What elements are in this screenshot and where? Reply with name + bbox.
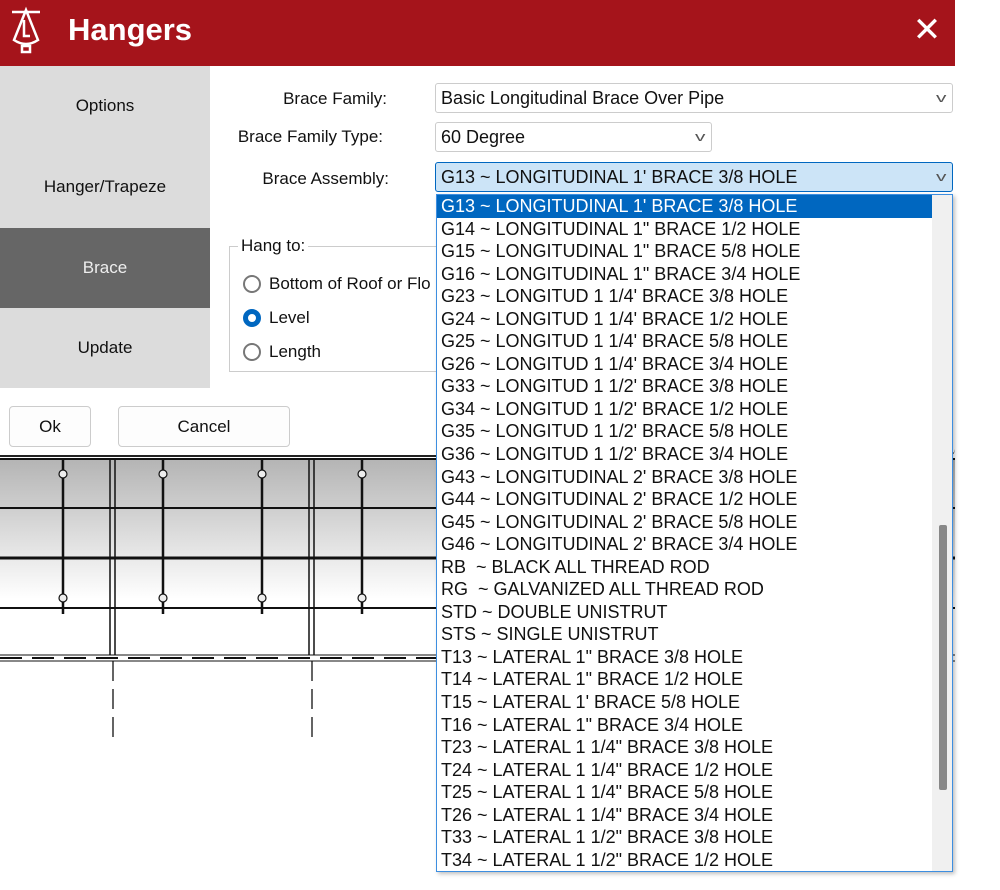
- hanger-logo-icon: [12, 6, 40, 54]
- dropdown-option[interactable]: T25 ~ LATERAL 1 1/4" BRACE 5/8 HOLE: [437, 781, 932, 804]
- radio-level[interactable]: Level: [243, 308, 310, 328]
- dropdown-option[interactable]: T15 ~ LATERAL 1' BRACE 5/8 HOLE: [437, 691, 932, 714]
- nav-hanger-trapeze[interactable]: Hanger/Trapeze: [0, 147, 210, 227]
- dropdown-option[interactable]: T16 ~ LATERAL 1" BRACE 3/4 HOLE: [437, 714, 932, 737]
- dropdown-option[interactable]: G15 ~ LONGITUDINAL 1" BRACE 5/8 HOLE: [437, 240, 932, 263]
- brace-family-label: Brace Family:: [283, 89, 387, 108]
- dropdown-option[interactable]: T23 ~ LATERAL 1 1/4" BRACE 3/8 HOLE: [437, 736, 932, 759]
- radio-label: Bottom of Roof or Flo: [269, 274, 431, 293]
- dropdown-option[interactable]: G43 ~ LONGITUDINAL 2' BRACE 3/8 HOLE: [437, 466, 932, 489]
- dropdown-option[interactable]: T34 ~ LATERAL 1 1/2" BRACE 1/2 HOLE: [437, 849, 932, 871]
- window-title: Hangers: [68, 12, 193, 47]
- radio-icon: [243, 343, 261, 361]
- dropdown-option[interactable]: G46 ~ LONGITUDINAL 2' BRACE 3/4 HOLE: [437, 533, 932, 556]
- dropdown-option[interactable]: G35 ~ LONGITUD 1 1/2' BRACE 5/8 HOLE: [437, 420, 932, 443]
- chevron-down-icon: v: [935, 90, 946, 105]
- radio-label: Length: [269, 342, 321, 361]
- dropdown-option[interactable]: G34 ~ LONGITUD 1 1/2' BRACE 1/2 HOLE: [437, 398, 932, 421]
- cancel-button[interactable]: Cancel: [118, 406, 290, 447]
- dropdown-option[interactable]: T14 ~ LATERAL 1" BRACE 1/2 HOLE: [437, 668, 932, 691]
- dropdown-option[interactable]: RG ~ GALVANIZED ALL THREAD ROD: [437, 578, 932, 601]
- radio-icon: [243, 275, 261, 293]
- nav-options[interactable]: Options: [0, 66, 210, 146]
- dropdown-option[interactable]: G26 ~ LONGITUD 1 1/4' BRACE 3/4 HOLE: [437, 353, 932, 376]
- dropdown-option[interactable]: RB ~ BLACK ALL THREAD ROD: [437, 556, 932, 579]
- brace-assembly-select[interactable]: G13 ~ LONGITUDINAL 1' BRACE 3/8 HOLE v: [435, 162, 953, 192]
- radio-label: Level: [269, 308, 310, 327]
- hang-to-title: Hang to:: [238, 236, 309, 256]
- dropdown-option[interactable]: G14 ~ LONGITUDINAL 1" BRACE 1/2 HOLE: [437, 218, 932, 241]
- dropdown-option[interactable]: STD ~ DOUBLE UNISTRUT: [437, 601, 932, 624]
- chevron-down-icon: v: [694, 129, 705, 144]
- title-bar: Hangers ✕: [0, 0, 955, 66]
- brace-assembly-label: Brace Assembly:: [262, 169, 389, 188]
- brace-family-type-select[interactable]: 60 Degree v: [435, 122, 712, 152]
- radio-checked-icon: [243, 309, 261, 327]
- close-icon[interactable]: ✕: [906, 10, 948, 52]
- nav-brace[interactable]: Brace: [0, 228, 210, 308]
- dropdown-option[interactable]: G13 ~ LONGITUDINAL 1' BRACE 3/8 HOLE: [437, 195, 932, 218]
- chevron-down-icon: v: [935, 169, 946, 184]
- ok-button[interactable]: Ok: [9, 406, 91, 447]
- dropdown-option[interactable]: G23 ~ LONGITUD 1 1/4' BRACE 3/8 HOLE: [437, 285, 932, 308]
- brace-assembly-dropdown-list[interactable]: G13 ~ LONGITUDINAL 1' BRACE 3/8 HOLE G14 …: [436, 194, 953, 872]
- dropdown-option[interactable]: G25 ~ LONGITUD 1 1/4' BRACE 5/8 HOLE: [437, 330, 932, 353]
- dropdown-option[interactable]: G44 ~ LONGITUDINAL 2' BRACE 1/2 HOLE: [437, 488, 932, 511]
- radio-bottom-of-roof[interactable]: Bottom of Roof or Flo: [243, 274, 431, 294]
- brace-family-value: Basic Longitudinal Brace Over Pipe: [441, 88, 725, 108]
- brace-assembly-value: G13 ~ LONGITUDINAL 1' BRACE 3/8 HOLE: [441, 167, 798, 187]
- dropdown-option[interactable]: T33 ~ LATERAL 1 1/2" BRACE 3/8 HOLE: [437, 826, 932, 849]
- dropdown-option[interactable]: G45 ~ LONGITUDINAL 2' BRACE 5/8 HOLE: [437, 511, 932, 534]
- dropdown-option[interactable]: T26 ~ LATERAL 1 1/4" BRACE 3/4 HOLE: [437, 804, 932, 827]
- brace-family-type-value: 60 Degree: [441, 127, 526, 147]
- dropdown-option[interactable]: G24 ~ LONGITUD 1 1/4' BRACE 1/2 HOLE: [437, 308, 932, 331]
- dropdown-option[interactable]: STS ~ SINGLE UNISTRUT: [437, 623, 932, 646]
- dropdown-option[interactable]: G36 ~ LONGITUD 1 1/2' BRACE 3/4 HOLE: [437, 443, 932, 466]
- sidebar-nav: Options Hanger/Trapeze Brace Update: [0, 66, 210, 388]
- dropdown-option[interactable]: G16 ~ LONGITUDINAL 1" BRACE 3/4 HOLE: [437, 263, 932, 286]
- brace-family-type-label: Brace Family Type:: [237, 127, 383, 146]
- dropdown-option[interactable]: G33 ~ LONGITUD 1 1/2' BRACE 3/8 HOLE: [437, 375, 932, 398]
- scrollbar-thumb[interactable]: [939, 525, 947, 790]
- dropdown-option[interactable]: T24 ~ LATERAL 1 1/4" BRACE 1/2 HOLE: [437, 759, 932, 782]
- scrollbar[interactable]: [932, 195, 952, 871]
- brace-family-select[interactable]: Basic Longitudinal Brace Over Pipe v: [435, 83, 953, 113]
- nav-update[interactable]: Update: [0, 308, 210, 388]
- dropdown-option[interactable]: T13 ~ LATERAL 1" BRACE 3/8 HOLE: [437, 646, 932, 669]
- radio-length[interactable]: Length: [243, 342, 321, 362]
